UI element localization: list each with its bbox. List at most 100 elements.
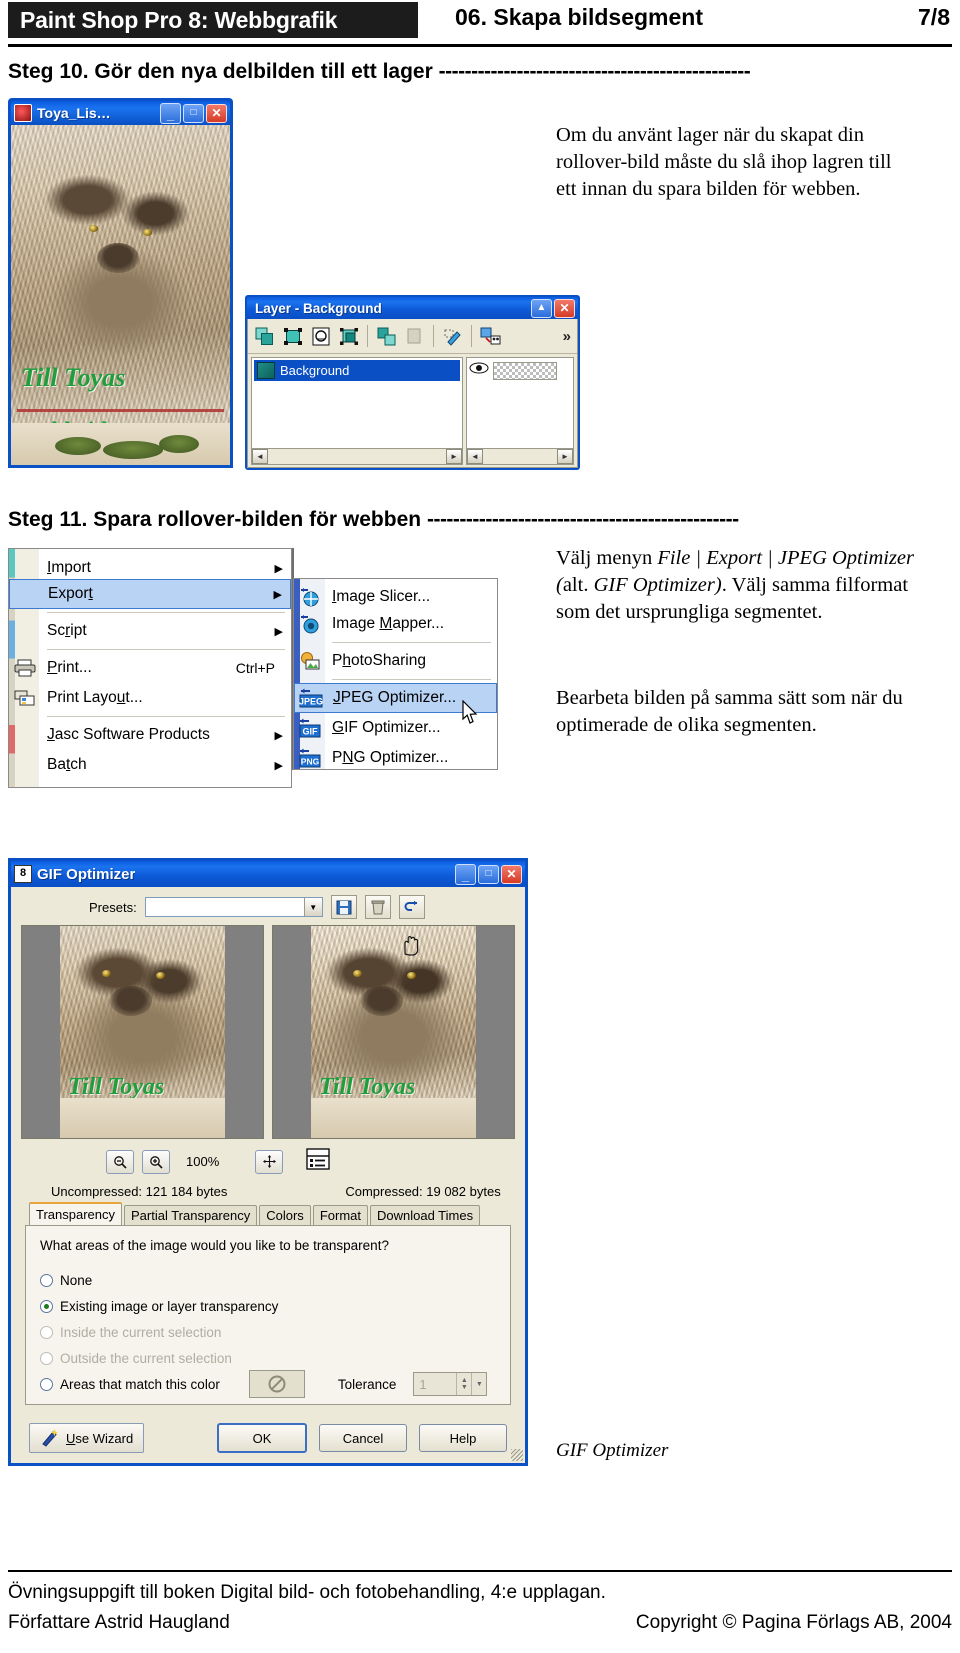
new-raster-layer-icon[interactable] xyxy=(252,324,277,348)
toolbar-separator-2 xyxy=(433,325,434,347)
export-separator-1 xyxy=(332,642,491,643)
gif-app-icon: 8 xyxy=(14,865,32,883)
resize-grip-icon[interactable] xyxy=(511,1449,523,1461)
tab-partial-transparency[interactable]: Partial Transparency xyxy=(124,1205,258,1225)
menu-item-png-optimizer[interactable]: PNG PNG Optimizer... xyxy=(294,743,497,773)
layer-visibility-row[interactable] xyxy=(469,360,571,381)
layer-list[interactable]: Background ◄ ► xyxy=(251,357,463,465)
radio-icon-match-color[interactable] xyxy=(40,1377,53,1391)
minimize-button[interactable]: _ xyxy=(160,102,181,124)
layer-list-hscrollbar[interactable]: ◄ ► xyxy=(252,448,462,464)
ok-button[interactable]: OK xyxy=(217,1423,307,1453)
radio-option-match-color[interactable]: Areas that match this color Tolerance 1 … xyxy=(40,1370,496,1398)
chevron-right-icon: ▶ xyxy=(273,588,282,601)
close-button[interactable]: ✕ xyxy=(206,103,227,123)
menu-item-label: JPEG Optimizer... xyxy=(333,689,457,706)
page-root: Paint Shop Pro 8: Webbgrafik 06. Skapa b… xyxy=(0,0,960,1653)
gif-maximize-button[interactable]: □ xyxy=(478,864,499,884)
menu-item-script[interactable]: Script ▶ xyxy=(9,616,291,646)
gif-minimize-button[interactable]: _ xyxy=(455,863,476,885)
menu-item-image-mapper[interactable]: Image Mapper... xyxy=(294,609,497,639)
gif-dialog-titlebar[interactable]: 8 GIF Optimizer _ □ ✕ xyxy=(11,861,525,887)
menu-item-label: Image Slicer... xyxy=(332,588,431,605)
layer-thumbnail-icon xyxy=(257,362,275,379)
toya-window-titlebar[interactable]: Toya_Lis… _ □ ✕ xyxy=(11,101,230,125)
toya-app-icon xyxy=(14,104,32,122)
preview-layout-button[interactable] xyxy=(305,1147,331,1176)
pan-button[interactable] xyxy=(255,1149,284,1174)
export-submenu[interactable]: Image Slicer... Image Mapper... PhotoSha… xyxy=(293,578,498,770)
color-swatch-button[interactable] xyxy=(248,1370,305,1398)
vis-scroll-left-icon[interactable]: ◄ xyxy=(467,449,483,464)
gif-dialog-title: GIF Optimizer xyxy=(37,865,136,883)
new-art-media-layer-icon[interactable] xyxy=(308,324,333,348)
tab-transparency[interactable]: Transparency xyxy=(29,1202,122,1225)
gif-close-button[interactable]: ✕ xyxy=(501,864,522,884)
menu-item-print-layout[interactable]: Print Layout... xyxy=(9,683,291,713)
close-button-layer[interactable]: ✕ xyxy=(554,298,575,318)
toya-image-window[interactable]: Toya_Lis… _ □ ✕ Till Toyas webbsida xyxy=(8,98,233,468)
menu-item-export[interactable]: Export ▶ xyxy=(9,579,291,609)
delete-preset-button[interactable] xyxy=(364,895,391,919)
tab-format[interactable]: Format xyxy=(312,1205,368,1225)
layer-list-item[interactable]: Background xyxy=(254,360,460,381)
tab-download-times[interactable]: Download Times xyxy=(369,1205,481,1225)
layer-palette-title: Layer - Background xyxy=(255,300,382,316)
menu-item-print[interactable]: Print... Ctrl+P xyxy=(9,653,291,683)
new-mask-layer-icon[interactable] xyxy=(336,324,361,348)
menu-item-label: Script xyxy=(47,622,87,639)
leaf-1 xyxy=(55,437,101,455)
gif-optimizer-dialog[interactable]: 8 GIF Optimizer _ □ ✕ Presets: ▼ Till To… xyxy=(8,858,528,1466)
save-preset-button[interactable] xyxy=(330,895,357,919)
new-vector-layer-icon[interactable] xyxy=(280,324,305,348)
tab-colors[interactable]: Colors xyxy=(259,1205,311,1225)
chevron-down-icon[interactable]: ▼ xyxy=(303,898,322,916)
layer-opacity-checker xyxy=(493,361,557,380)
maximize-button[interactable]: □ xyxy=(183,103,204,123)
dialog-tabs[interactable]: Transparency Partial Transparency Colors… xyxy=(11,1202,525,1225)
file-menu[interactable]: Import ▶ Export ▶ Script ▶ Print... Ctrl… xyxy=(8,548,292,788)
spinner-dropdown-icon[interactable]: ▼ xyxy=(471,1373,486,1395)
leaf-3 xyxy=(159,435,199,453)
tolerance-spinner[interactable]: 1 ▲ ▼ ▼ xyxy=(413,1372,488,1396)
menu-item-photosharing[interactable]: PhotoSharing xyxy=(294,646,497,676)
zoom-in-button[interactable] xyxy=(142,1149,170,1174)
print-layout-icon xyxy=(13,687,37,709)
footer-divider xyxy=(8,1570,952,1572)
preview-eye-1b xyxy=(156,972,165,979)
use-wizard-button[interactable]: Use Wizard xyxy=(29,1423,145,1453)
menu-item-jasc-software-products[interactable]: Jasc Software Products ▶ xyxy=(9,720,291,750)
scroll-left-icon[interactable]: ◄ xyxy=(252,449,268,464)
printer-icon xyxy=(13,657,37,679)
toolbar-overflow-chevron[interactable]: » xyxy=(563,328,573,345)
zoom-out-button[interactable] xyxy=(106,1149,134,1174)
visibility-hscrollbar[interactable]: ◄ ► xyxy=(467,448,573,464)
rollup-button[interactable]: ▲ xyxy=(531,298,552,318)
help-button[interactable]: Help xyxy=(419,1424,507,1452)
radio-icon-existing[interactable] xyxy=(40,1299,53,1313)
merge-layers-icon[interactable] xyxy=(478,324,503,348)
layer-palette-titlebar[interactable]: Layer - Background ▲ ✕ xyxy=(247,297,578,319)
reset-preset-button[interactable] xyxy=(398,895,425,919)
eye-icon[interactable] xyxy=(469,361,489,380)
radio-option-none[interactable]: None xyxy=(40,1267,496,1293)
presets-dropdown[interactable]: ▼ xyxy=(144,897,323,917)
duplicate-layer-icon[interactable] xyxy=(374,324,399,348)
preview-muzzle-2 xyxy=(361,986,403,1016)
cancel-button[interactable]: Cancel xyxy=(319,1424,407,1452)
layer-visibility-panel[interactable]: ◄ ► xyxy=(466,357,574,465)
preview-optimized[interactable]: Till Toyas xyxy=(272,925,515,1139)
toya-image-canvas[interactable]: Till Toyas webbsida xyxy=(11,125,230,465)
tolerance-value[interactable]: 1 xyxy=(414,1377,456,1392)
spinner-up-down-icon[interactable]: ▲ ▼ xyxy=(456,1373,471,1395)
layer-properties-icon[interactable] xyxy=(440,324,465,348)
preview-original[interactable]: Till Toyas xyxy=(21,925,264,1139)
menu-item-label: GIF Optimizer... xyxy=(332,719,441,736)
vis-scroll-right-icon[interactable]: ► xyxy=(557,449,573,464)
menu-item-batch[interactable]: Batch ▶ xyxy=(9,750,291,780)
layer-palette-window[interactable]: Layer - Background ▲ ✕ » Background ◄ ► … xyxy=(245,295,580,470)
radio-icon-none[interactable] xyxy=(40,1273,53,1287)
scroll-right-icon[interactable]: ► xyxy=(446,449,462,464)
menu-item-image-slicer[interactable]: Image Slicer... xyxy=(294,582,497,612)
radio-option-existing-transparency[interactable]: Existing image or layer transparency xyxy=(40,1293,496,1319)
